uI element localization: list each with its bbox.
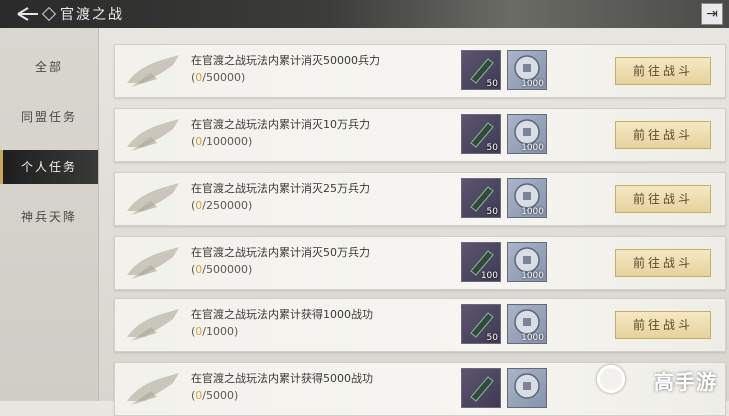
task-progress: (0/1000): [191, 323, 451, 340]
reward-quantity: 1000: [521, 143, 544, 153]
task-description: 在官渡之战玩法内累计获得1000战功: [191, 308, 373, 321]
task-text: 在官渡之战玩法内累计消灭25万兵力 (0/250000): [191, 180, 451, 214]
task-text: 在官渡之战玩法内累计消灭50000兵力 (0/50000): [191, 52, 451, 86]
scroll-token-icon[interactable]: 50: [461, 50, 501, 90]
silver-coin-icon[interactable]: 1000: [507, 304, 547, 344]
silver-coin-icon[interactable]: 1000: [507, 242, 547, 282]
scroll-token-icon[interactable]: 50: [461, 178, 501, 218]
task-emblem-icon: [127, 373, 179, 405]
sidebar-item-alliance-tasks[interactable]: 同盟任务: [0, 100, 98, 134]
reward-quantity: 50: [486, 333, 498, 343]
progress-total: /500000): [202, 263, 253, 276]
go-to-battle-button[interactable]: 前往战斗: [615, 249, 711, 277]
reward-quantity: 50: [486, 143, 498, 153]
task-row: 在官渡之战玩法内累计获得5000战功 (0/5000): [114, 362, 726, 416]
go-to-battle-button[interactable]: 前往战斗: [615, 311, 711, 339]
top-bar: 官渡之战 ⇥: [0, 0, 729, 28]
sidebar-item-all[interactable]: 全部: [0, 50, 98, 84]
watermark: 高手游: [654, 370, 717, 394]
progress-total: /5000): [202, 389, 239, 402]
task-text: 在官渡之战玩法内累计消灭50万兵力 (0/500000): [191, 244, 451, 278]
title-diamond-icon: [41, 6, 57, 22]
task-emblem-icon: [127, 309, 179, 341]
page-title: 官渡之战: [60, 7, 124, 23]
go-to-battle-button[interactable]: 前往战斗: [615, 185, 711, 213]
sidebar-item-divine-weapons[interactable]: 神兵天降: [0, 200, 98, 234]
task-emblem-icon: [127, 119, 179, 151]
task-description: 在官渡之战玩法内累计获得5000战功: [191, 372, 373, 385]
progress-total: /250000): [202, 199, 253, 212]
sidebar-item-personal-tasks[interactable]: 个人任务: [0, 150, 98, 184]
progress-total: /1000): [202, 325, 239, 338]
task-row: 在官渡之战玩法内累计消灭25万兵力 (0/250000) 50 1000 前往战…: [114, 172, 726, 226]
progress-total: /50000): [202, 71, 246, 84]
reward-quantity: 50: [486, 79, 498, 89]
silver-coin-icon[interactable]: 1000: [507, 114, 547, 154]
scroll-token-icon[interactable]: [461, 368, 501, 408]
back-arrow-icon[interactable]: [10, 5, 40, 23]
task-description: 在官渡之战玩法内累计消灭50000兵力: [191, 54, 380, 67]
reward-quantity: 100: [480, 271, 498, 281]
progress-total: /100000): [202, 135, 253, 148]
task-text: 在官渡之战玩法内累计获得1000战功 (0/1000): [191, 306, 451, 340]
go-to-battle-button[interactable]: 前往战斗: [615, 121, 711, 149]
task-progress: (0/500000): [191, 261, 451, 278]
watermark-logo-icon: [597, 365, 625, 393]
reward-quantity: 1000: [521, 271, 544, 281]
go-to-battle-button[interactable]: 前往战斗: [615, 57, 711, 85]
task-progress: (0/5000): [191, 387, 451, 404]
silver-coin-icon[interactable]: 1000: [507, 50, 547, 90]
task-emblem-icon: [127, 183, 179, 215]
reward-quantity: 1000: [521, 207, 544, 217]
task-row: 在官渡之战玩法内累计消灭10万兵力 (0/100000) 50 1000 前往战…: [114, 108, 726, 162]
task-row: 在官渡之战玩法内累计消灭50000兵力 (0/50000) 50 1000 前往…: [114, 44, 726, 98]
task-description: 在官渡之战玩法内累计消灭50万兵力: [191, 246, 370, 259]
task-progress: (0/50000): [191, 69, 451, 86]
scroll-token-icon[interactable]: 100: [461, 242, 501, 282]
task-text: 在官渡之战玩法内累计获得5000战功 (0/5000): [191, 370, 451, 404]
task-row: 在官渡之战玩法内累计消灭50万兵力 (0/500000) 100 1000 前往…: [114, 236, 726, 290]
task-description: 在官渡之战玩法内累计消灭10万兵力: [191, 118, 370, 131]
task-description: 在官渡之战玩法内累计消灭25万兵力: [191, 182, 370, 195]
task-emblem-icon: [127, 247, 179, 279]
exit-icon[interactable]: ⇥: [701, 3, 723, 25]
reward-quantity: 1000: [521, 333, 544, 343]
reward-quantity: 50: [486, 207, 498, 217]
task-text: 在官渡之战玩法内累计消灭10万兵力 (0/100000): [191, 116, 451, 150]
scroll-token-icon[interactable]: 50: [461, 304, 501, 344]
task-progress: (0/100000): [191, 133, 451, 150]
silver-coin-icon[interactable]: 1000: [507, 178, 547, 218]
task-emblem-icon: [127, 55, 179, 87]
silver-coin-icon[interactable]: [507, 368, 547, 408]
scroll-token-icon[interactable]: 50: [461, 114, 501, 154]
sidebar: 全部 同盟任务 个人任务 神兵天降: [0, 28, 99, 401]
task-row: 在官渡之战玩法内累计获得1000战功 (0/1000) 50 1000 前往战斗: [114, 298, 726, 352]
reward-quantity: 1000: [521, 79, 544, 89]
task-progress: (0/250000): [191, 197, 451, 214]
